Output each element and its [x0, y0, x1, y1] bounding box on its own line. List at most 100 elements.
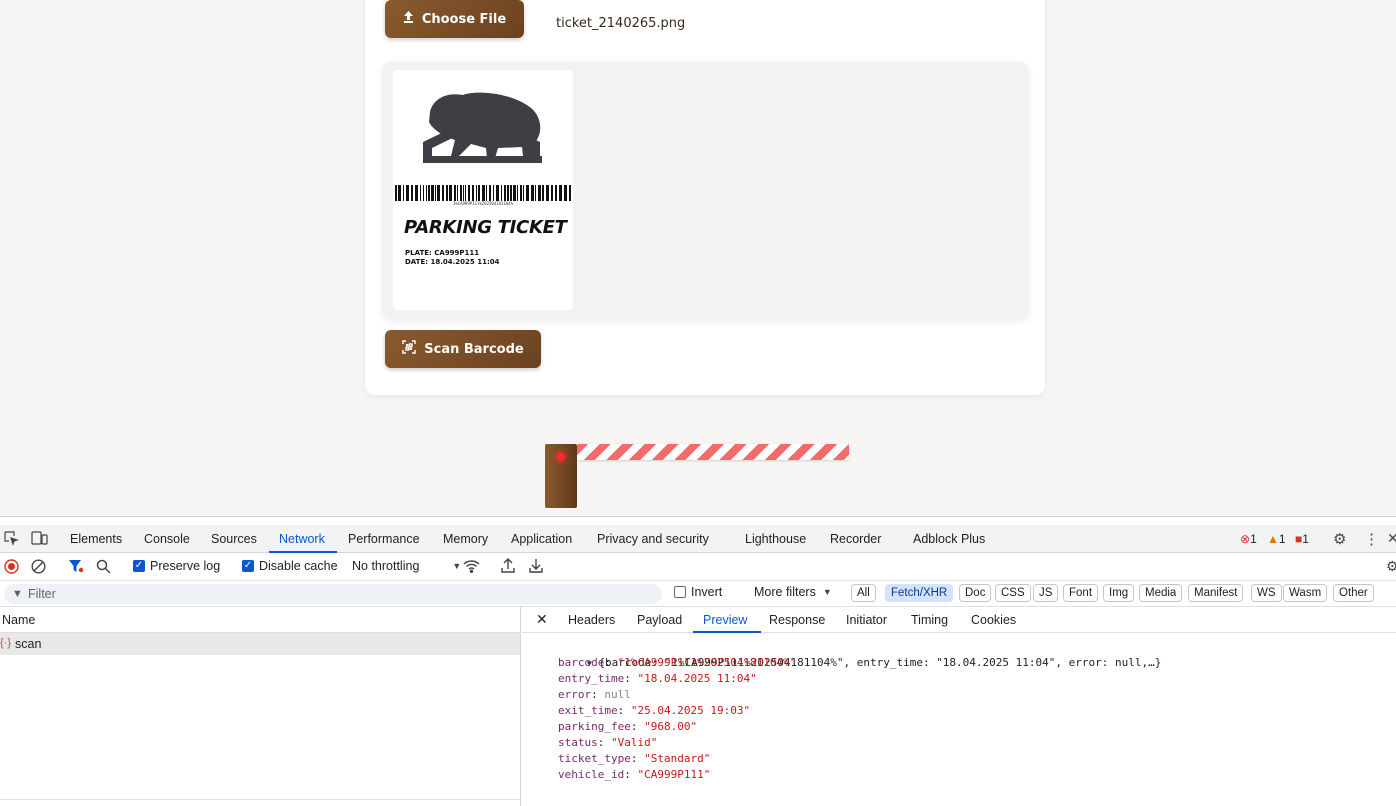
filter-chip-js[interactable]: JS: [1033, 584, 1059, 602]
close-devtools-icon[interactable]: ✕: [1387, 530, 1396, 547]
tab-recorder[interactable]: Recorder: [830, 532, 881, 546]
devtools-tab-bar: Elements Console Sources Network Performance…: [0, 525, 1396, 553]
filter-icon[interactable]: [68, 559, 84, 577]
barcode-bar: [546, 185, 549, 201]
json-field-parking-fee[interactable]: parking_fee: "968.00": [522, 719, 1396, 735]
filter-chip-wasm[interactable]: Wasm: [1283, 584, 1328, 602]
detail-tab-timing[interactable]: Timing: [911, 613, 948, 627]
inspect-icon[interactable]: [4, 531, 19, 549]
filter-chip-css[interactable]: CSS: [995, 584, 1031, 602]
json-separator: :: [630, 720, 645, 733]
json-separator: :: [617, 704, 631, 717]
tab-sources[interactable]: Sources: [211, 532, 257, 546]
tab-application[interactable]: Application: [511, 532, 572, 546]
barcode-bar: [420, 185, 421, 201]
json-separator: :: [597, 736, 611, 749]
warning-badge[interactable]: ▲1: [1267, 532, 1286, 546]
filter-chip-fetchxhr[interactable]: Fetch/XHR: [885, 584, 954, 602]
barcode-bar: [398, 185, 401, 201]
preserve-log-checkbox[interactable]: ✓ Preserve log: [133, 559, 220, 573]
request-row-scan[interactable]: {·} scan: [0, 633, 520, 655]
error-badge[interactable]: ⊗1: [1240, 532, 1257, 546]
barcode-bar: [489, 185, 491, 201]
json-key: vehicle_id: [558, 768, 625, 781]
issues-badge[interactable]: ■1: [1295, 532, 1309, 546]
json-field-exit-time[interactable]: exit_time: "25.04.2025 19:03": [522, 703, 1396, 719]
barcode-bar: [428, 185, 430, 201]
web-page: Choose File ticket_2140265.png 1%CA999P1…: [0, 0, 1396, 516]
tab-adblock-plus[interactable]: Adblock Plus: [913, 532, 985, 546]
json-field-ticket-type[interactable]: ticket_type: "Standard": [522, 751, 1396, 767]
tab-memory[interactable]: Memory: [443, 532, 488, 546]
search-icon[interactable]: [96, 559, 111, 577]
scan-barcode-button[interactable]: Scan Barcode: [385, 330, 541, 368]
json-field-entry-time[interactable]: entry_time: "18.04.2025 11:04": [522, 671, 1396, 687]
barcode-bar: [564, 185, 567, 201]
throttling-select[interactable]: No throttling ▼: [352, 559, 461, 573]
record-icon[interactable]: [4, 559, 19, 577]
detail-tab-payload[interactable]: Payload: [637, 613, 682, 627]
filter-chip-font[interactable]: Font: [1063, 584, 1099, 602]
xhr-icon: {·}: [0, 637, 12, 649]
detail-tab-headers[interactable]: Headers: [568, 613, 615, 627]
close-detail-icon[interactable]: ✕: [536, 611, 548, 628]
request-list: Name {·} scan: [0, 607, 521, 806]
choose-file-button[interactable]: Choose File: [385, 0, 524, 38]
tab-elements[interactable]: Elements: [70, 532, 122, 546]
json-separator: :: [624, 768, 638, 781]
filter-chip-img[interactable]: Img: [1103, 584, 1135, 602]
detail-tab-preview[interactable]: Preview: [703, 613, 747, 627]
filter-chip-media[interactable]: Media: [1139, 584, 1183, 602]
request-list-footer: [0, 799, 521, 800]
settings-gear-icon[interactable]: ⚙: [1333, 530, 1346, 548]
detail-tab-cookies[interactable]: Cookies: [971, 613, 1016, 627]
json-key: parking_fee: [558, 720, 631, 733]
clear-icon[interactable]: [31, 559, 46, 577]
tab-network[interactable]: Network: [279, 532, 325, 546]
upload-icon: [403, 11, 414, 27]
barcode-bar: [501, 185, 502, 201]
wifi-icon[interactable]: [463, 559, 480, 576]
filter-chip-ws[interactable]: WS: [1251, 584, 1282, 602]
preview-summary-line[interactable]: ▼ {barcode: "1%CA999P111%202504181104%",…: [522, 639, 1396, 669]
invert-check-icon: [674, 586, 686, 598]
name-column-header[interactable]: Name: [0, 607, 520, 633]
json-field-vehicle-id[interactable]: vehicle_id: "CA999P111": [522, 767, 1396, 783]
json-separator: :: [591, 688, 605, 701]
detail-tab-response[interactable]: Response: [769, 613, 825, 627]
invert-checkbox[interactable]: Invert: [674, 585, 722, 599]
filter-chip-doc[interactable]: Doc: [959, 584, 992, 602]
filter-chip-other[interactable]: Other: [1333, 584, 1374, 602]
upload-arrow-icon[interactable]: [501, 558, 515, 576]
more-vert-icon[interactable]: ⋮: [1364, 530, 1379, 548]
detail-tab-bar: ✕ Headers Payload Preview Response Initiator…: [522, 607, 1396, 633]
tab-privacy-and-security[interactable]: Privacy and security: [597, 532, 709, 546]
detail-tab-initiator[interactable]: Initiator: [846, 613, 887, 627]
barcode-bar: [460, 185, 462, 201]
json-field-status[interactable]: status: "Valid": [522, 735, 1396, 751]
barcode-bar: [526, 185, 529, 201]
json-key: barcode: [558, 656, 605, 669]
barcode-bar: [411, 185, 413, 201]
disable-cache-checkbox[interactable]: ✓ Disable cache: [242, 559, 338, 573]
barcode-bar: [531, 185, 534, 201]
json-field-error[interactable]: error: null: [522, 687, 1396, 703]
tab-performance[interactable]: Performance: [348, 532, 420, 546]
preserve-log-check-icon: ✓: [133, 560, 145, 572]
tab-lighthouse[interactable]: Lighthouse: [745, 532, 806, 546]
barcode-bar: [406, 185, 409, 201]
filter-chip-all[interactable]: All: [851, 584, 876, 602]
filter-input[interactable]: ▼ Filter: [4, 584, 662, 604]
filter-chip-manifest[interactable]: Manifest: [1188, 584, 1244, 602]
json-value: "968.00": [644, 720, 698, 733]
barcode-bar: [423, 185, 424, 201]
json-key: error: [558, 688, 592, 701]
capybara-logo: [423, 92, 542, 163]
download-arrow-icon[interactable]: [529, 558, 543, 576]
network-settings-icon[interactable]: ⚙: [1386, 558, 1396, 575]
tab-console[interactable]: Console: [144, 532, 190, 546]
barcode-bar: [449, 185, 452, 201]
device-icon[interactable]: [31, 531, 48, 549]
barcode-bar: [555, 185, 557, 201]
more-filters-dropdown[interactable]: More filters ▼: [754, 585, 832, 599]
